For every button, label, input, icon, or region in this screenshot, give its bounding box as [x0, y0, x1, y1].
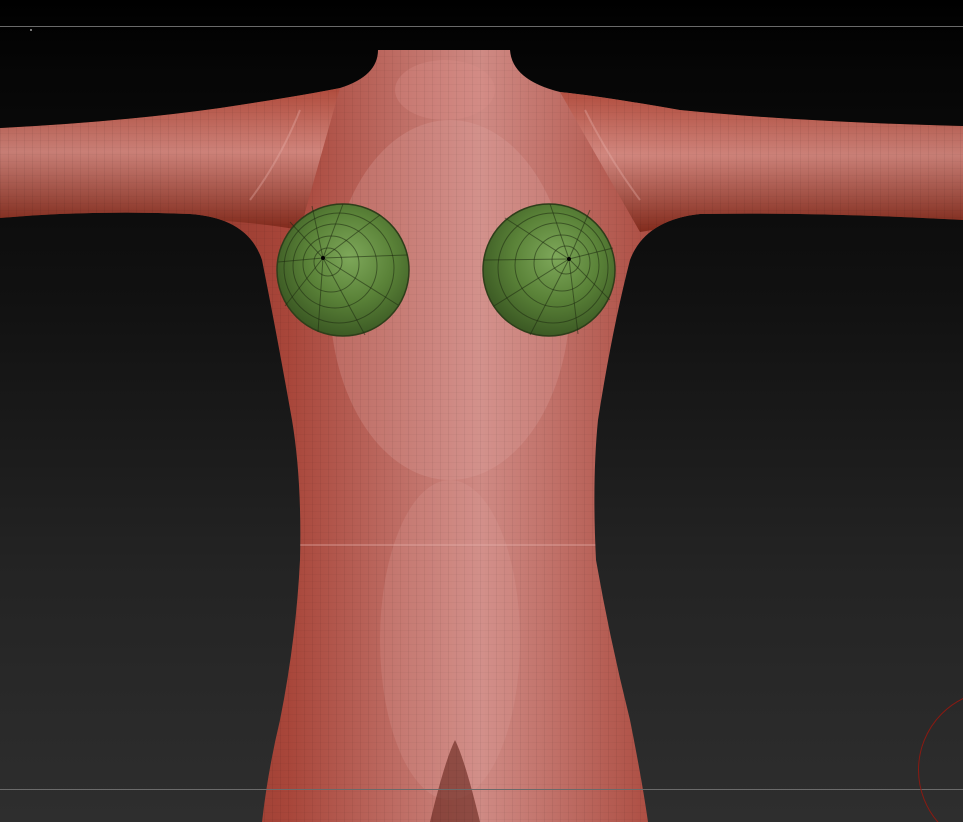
- mannequin-body[interactable]: [0, 0, 963, 822]
- masked-sphere-left[interactable]: [276, 203, 410, 337]
- viewport-bottom-guide-line: [0, 789, 963, 790]
- 3d-viewport[interactable]: [0, 0, 963, 822]
- masked-sphere-right[interactable]: [482, 203, 616, 337]
- mannequin-model[interactable]: [0, 0, 963, 822]
